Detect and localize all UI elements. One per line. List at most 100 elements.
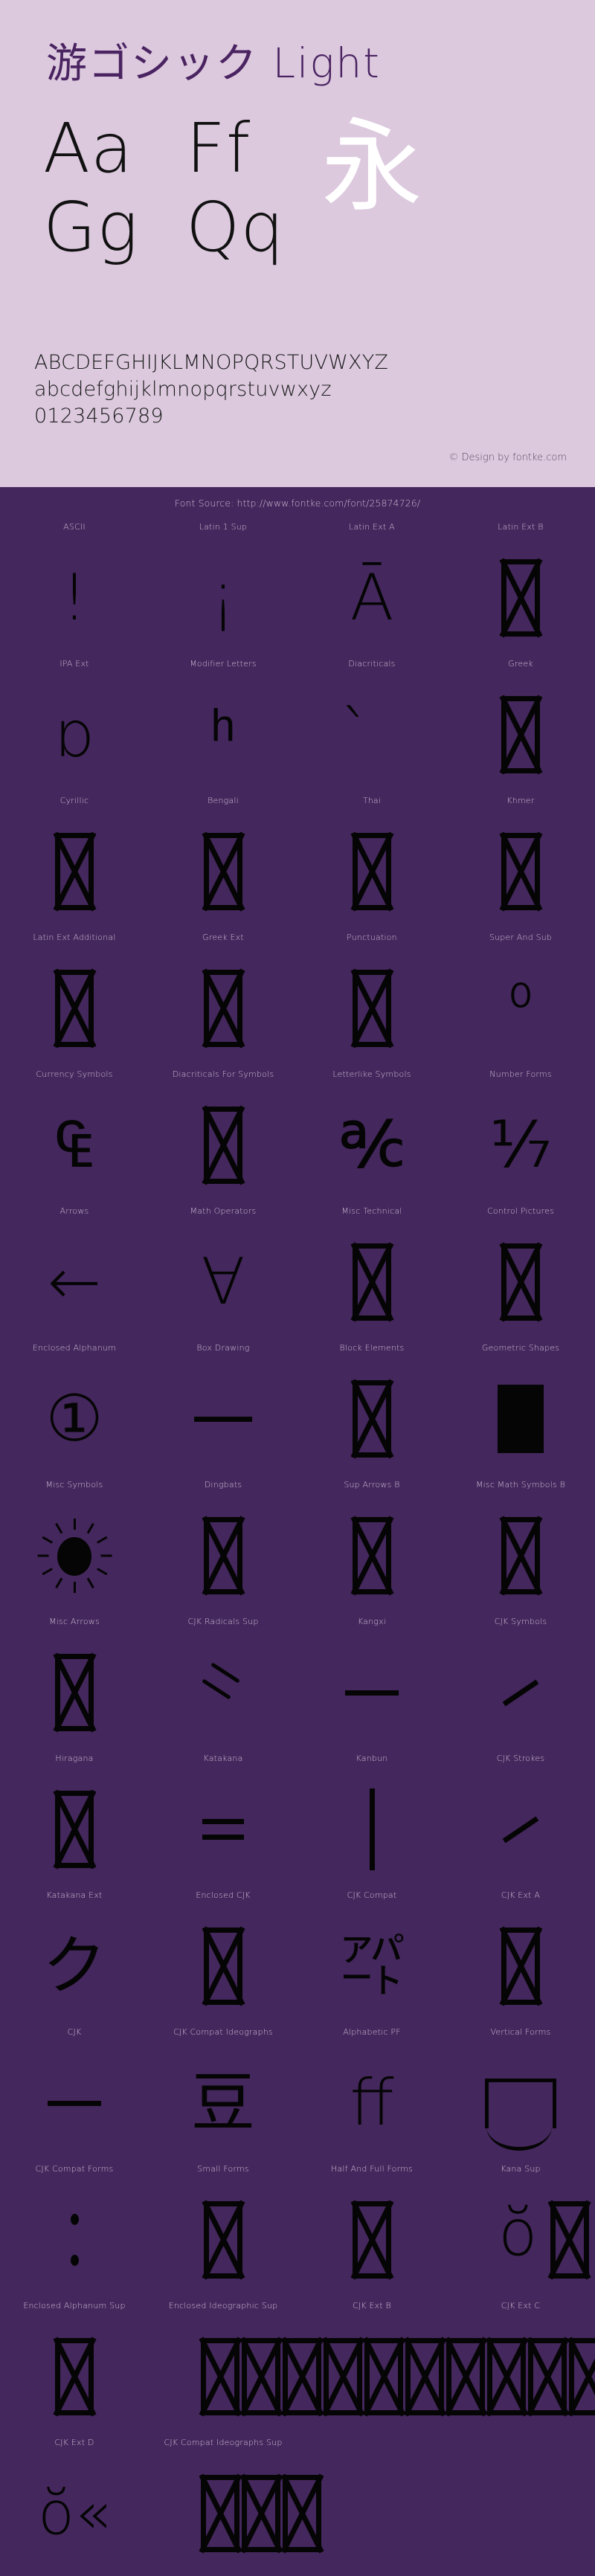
- block-glyph-guillemet: ŏ«: [0, 2454, 149, 2573]
- unicode-block-label: Cyrillic: [60, 796, 89, 805]
- block-glyph-text: !: [0, 538, 149, 657]
- unicode-block-label: Latin Ext B: [498, 522, 544, 532]
- unicode-block-cell: Kana Sup ŏ: [446, 2164, 595, 2301]
- unicode-block-label: Arrows: [60, 1206, 89, 1216]
- block-glyph-empty: [446, 2454, 595, 2573]
- unicode-block-label: Thai: [362, 796, 382, 805]
- unicode-block-cell: CJK Strokes: [446, 1754, 595, 1890]
- glyph-showcase: Aa Ff Gg Qq 永: [30, 110, 565, 296]
- tofu-box-icon: [204, 1517, 242, 1594]
- block-glyph-tofu: [149, 2180, 298, 2299]
- unicode-block-label: Small Forms: [197, 2164, 249, 2174]
- block-glyph-double-bar: [149, 1770, 298, 1889]
- block-glyph-character: !: [61, 561, 88, 635]
- tofu-box-icon: [353, 1380, 391, 1458]
- unicode-block-label: CJK Compat Forms: [35, 2164, 114, 2174]
- block-glyph-tofu: [298, 1496, 446, 1615]
- unicode-block-label: Alphabetic PF: [343, 2027, 401, 2037]
- block-glyph-tofu: [298, 1359, 446, 1478]
- unicode-block-cell: Thai: [298, 796, 446, 933]
- block-glyph-text: ŏ«: [38, 2479, 111, 2548]
- unicode-block-label: Latin Ext Additional: [33, 933, 116, 942]
- block-glyph-text: ɒ: [0, 675, 149, 794]
- unicode-block-label: Katakana: [203, 1754, 243, 1763]
- block-glyph-tofu: [446, 812, 595, 931]
- unicode-block-cell: Currency Symbols ₠: [0, 1069, 149, 1206]
- block-glyph-text: ŏ: [498, 2196, 538, 2270]
- unicode-block-label: Enclosed CJK: [196, 1890, 251, 1900]
- block-glyph-character: ﬀ: [350, 2066, 394, 2140]
- alphabet-uppercase: ABCDEFGHIJKLMNOPQRSTUVWXYZ: [34, 351, 389, 374]
- block-glyph-horizontal-bar: [149, 1359, 298, 1478]
- unicode-block-cell: Alphabetic PF ﬀ: [298, 2027, 446, 2164]
- tofu-box-icon: [242, 2475, 280, 2552]
- block-glyph-text: Ā: [298, 538, 446, 657]
- horizontal-bar-icon: [345, 1690, 399, 1696]
- unicode-block-label: Letterlike Symbols: [332, 1069, 411, 1079]
- unicode-block-label: Dingbats: [204, 1480, 242, 1490]
- block-glyph-sun-symbol: [0, 1496, 149, 1615]
- tofu-box-icon: [550, 2201, 589, 2279]
- unicode-block-label: CJK Radicals Sup: [187, 1617, 259, 1626]
- tofu-box-icon: [242, 2338, 280, 2415]
- sun-icon: [37, 1519, 112, 1593]
- block-glyph-tofu: [149, 1907, 298, 2026]
- diagonal-stroke-icon: [502, 1679, 539, 1706]
- block-glyph-slash-stroke: [446, 1770, 595, 1889]
- block-glyph-text: ¡: [149, 538, 298, 657]
- alphabet-block: ABCDEFGHIJKLMNOPQRSTUVWXYZ abcdefghijklm…: [34, 350, 570, 430]
- unicode-block-label: Kangxi: [357, 1617, 387, 1626]
- unicode-block-cell: Control Pictures: [446, 1206, 595, 1343]
- unicode-block-cell: Latin Ext A Ā: [298, 522, 446, 659]
- unicode-block-label: CJK Compat Ideographs: [173, 2027, 273, 2037]
- unicode-block-cell: Misc Math Symbols B: [446, 1480, 595, 1617]
- unicode-block-cell: Misc Symbols: [0, 1480, 149, 1617]
- block-glyph-text: 豆: [149, 2044, 298, 2163]
- unicode-block-cell: Katakana: [149, 1754, 298, 1890]
- block-glyph-tofu: [149, 949, 298, 1068]
- alphabet-digits: 0123456789: [34, 405, 164, 428]
- unicode-block-cell: Katakana Ext ク: [0, 1890, 149, 2027]
- block-glyph-character: ←: [47, 1245, 102, 1319]
- block-glyph-tofu: [0, 1633, 149, 1752]
- block-glyph-character: ɒ: [54, 698, 95, 772]
- glyph-sample-qq: Qq: [186, 187, 285, 267]
- block-glyph-character: ʰ: [210, 698, 236, 772]
- unicode-block-cell: Greek: [446, 659, 595, 796]
- unicode-block-label: Super And Sub: [489, 933, 553, 942]
- unicode-block-label: Hiragana: [55, 1754, 94, 1763]
- unicode-block-grid: ASCII! Latin 1 Sup ¡ Latin Ext A Ā Latin Ext …: [0, 522, 595, 2575]
- unicode-block-cell: Geometric Shapes: [446, 1343, 595, 1480]
- unicode-block-cell: Diacriticals̀: [298, 659, 446, 796]
- unicode-block-label: CJK Ext A: [501, 1890, 541, 1900]
- unicode-block-label: CJK Symbols: [494, 1617, 547, 1626]
- unicode-block-label: CJK Ext D: [54, 2438, 94, 2447]
- unicode-block-label: CJK: [67, 2027, 82, 2037]
- unicode-block-label: Misc Symbols: [45, 1480, 103, 1490]
- unicode-block-cell: CJK Symbols: [446, 1617, 595, 1754]
- unicode-block-cell: Latin Ext B: [446, 522, 595, 659]
- filled-rectangle-icon: [498, 1385, 544, 1453]
- unicode-block-cell: CJK Compat Ideographs 豆: [149, 2027, 298, 2164]
- block-glyph-text: ク: [0, 1907, 149, 2026]
- unicode-block-label: Bengali: [208, 796, 239, 805]
- tofu-box-icon: [501, 559, 540, 637]
- tofu-row: ŏ: [498, 2201, 589, 2279]
- unicode-block-cell: Number Forms ⅐: [446, 1069, 595, 1206]
- tofu-box-icon: [204, 2201, 242, 2279]
- unicode-block-label: Sup Arrows B: [344, 1480, 400, 1490]
- block-glyph-empty: [446, 2317, 595, 2436]
- unicode-block-label: Khmer: [506, 796, 535, 805]
- unicode-block-cell: Punctuation: [298, 933, 446, 1069]
- block-glyph-text: ㌀: [298, 1907, 446, 2026]
- unicode-block-cell: Math Operators ∀: [149, 1206, 298, 1343]
- tofu-box-icon: [55, 2338, 94, 2415]
- block-glyph-empty: [298, 2454, 446, 2573]
- font-source-link[interactable]: Font Source: http://www.fontke.com/font/…: [0, 487, 595, 509]
- tofu-box-icon: [55, 833, 94, 910]
- tofu-box-icon: [55, 970, 94, 1047]
- unicode-block-label: Kana Sup: [501, 2164, 541, 2174]
- glyph-sample-aa: Aa: [43, 109, 134, 188]
- unicode-block-cell: Small Forms: [149, 2164, 298, 2301]
- unicode-block-cell: ASCII!: [0, 522, 149, 659]
